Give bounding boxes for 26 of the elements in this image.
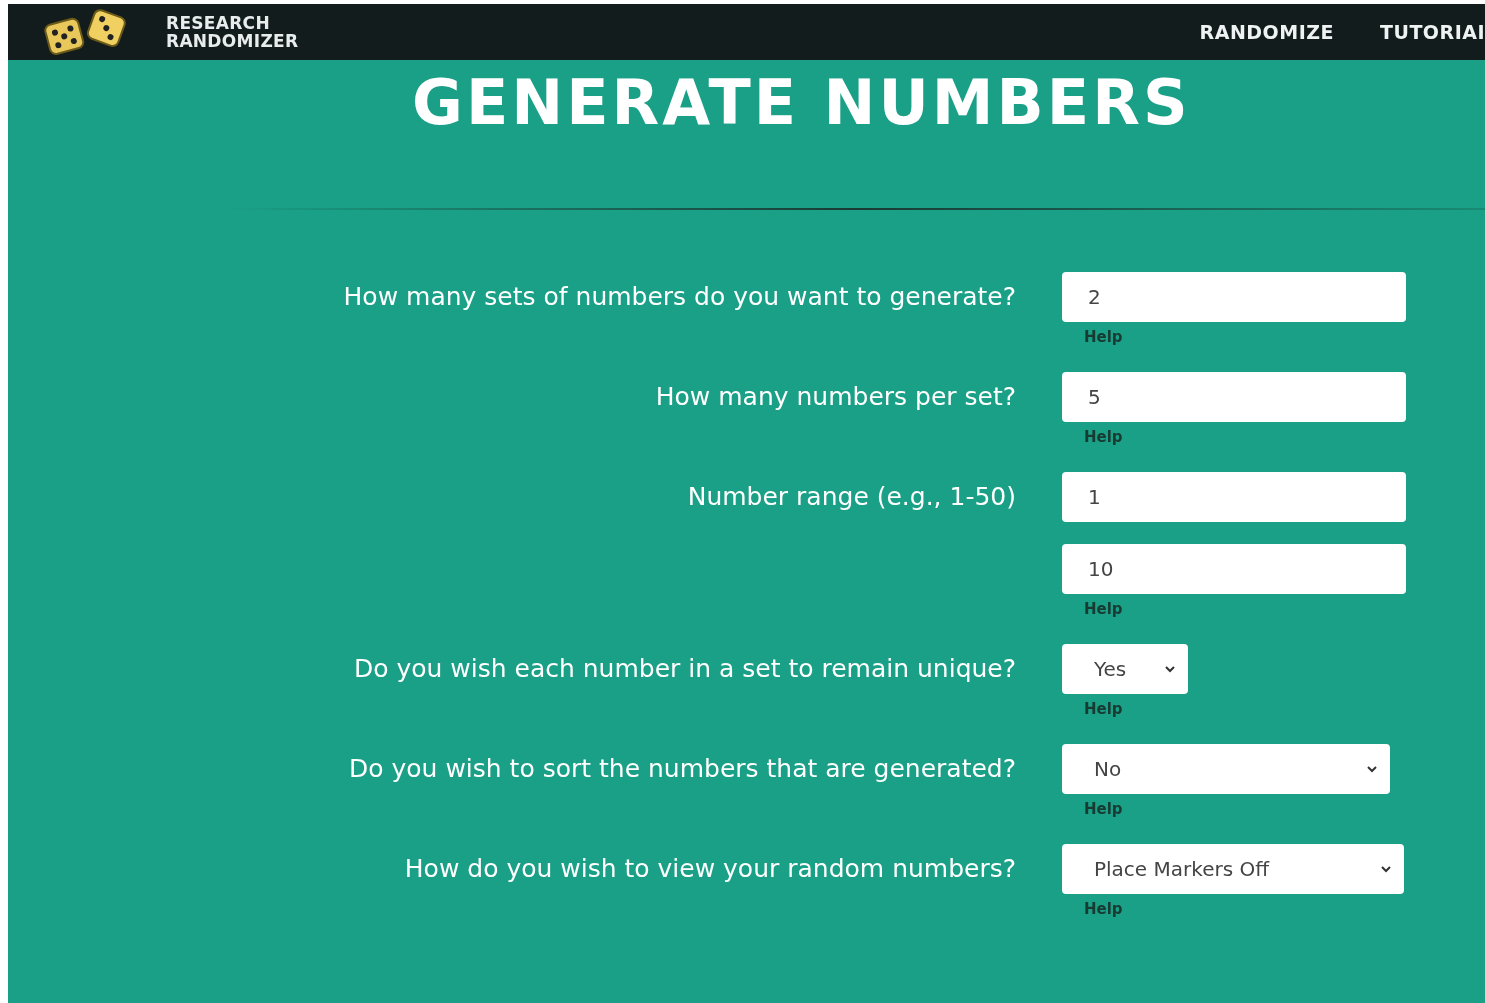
site-logo-text[interactable]: RESEARCH RANDOMIZER [166,14,299,50]
dropdown-select[interactable]: Place Markers Off [1062,844,1404,894]
number-input[interactable]: 10 [1062,544,1406,594]
help-link[interactable]: Help [1084,700,1123,718]
nav-link[interactable]: TUTORIAI [1380,21,1485,43]
number-input[interactable]: 1 [1062,472,1406,522]
number-input[interactable]: 2 [1062,272,1406,322]
page-title: GENERATE NUMBERS [412,68,1192,138]
question-label: Number range (e.g., 1-50) [686,481,1016,513]
nav-link[interactable]: RANDOMIZE [1199,21,1334,43]
number-input[interactable]: 5 [1062,372,1406,422]
chevron-down-icon [1164,665,1176,673]
dropdown-select[interactable]: No [1062,744,1390,794]
chevron-down-icon [1366,765,1378,773]
dropdown-select[interactable]: Yes [1062,644,1188,694]
chevron-down-icon [1380,865,1392,873]
question-label: How many numbers per set? [654,381,1016,413]
help-link[interactable]: Help [1084,800,1123,818]
question-label: Do you wish to sort the numbers that are generated? [348,753,1016,785]
question-label: How many sets of numbers do you want to generate? [342,281,1016,313]
help-link[interactable]: Help [1084,328,1123,346]
help-link[interactable]: Help [1084,900,1123,918]
question-label: Do you wish each number in a set to remain unique? [352,653,1016,685]
question-label: How do you wish to view your random numbers? [403,853,1016,885]
help-link[interactable]: Help [1084,600,1123,618]
help-link[interactable]: Help [1084,428,1123,446]
